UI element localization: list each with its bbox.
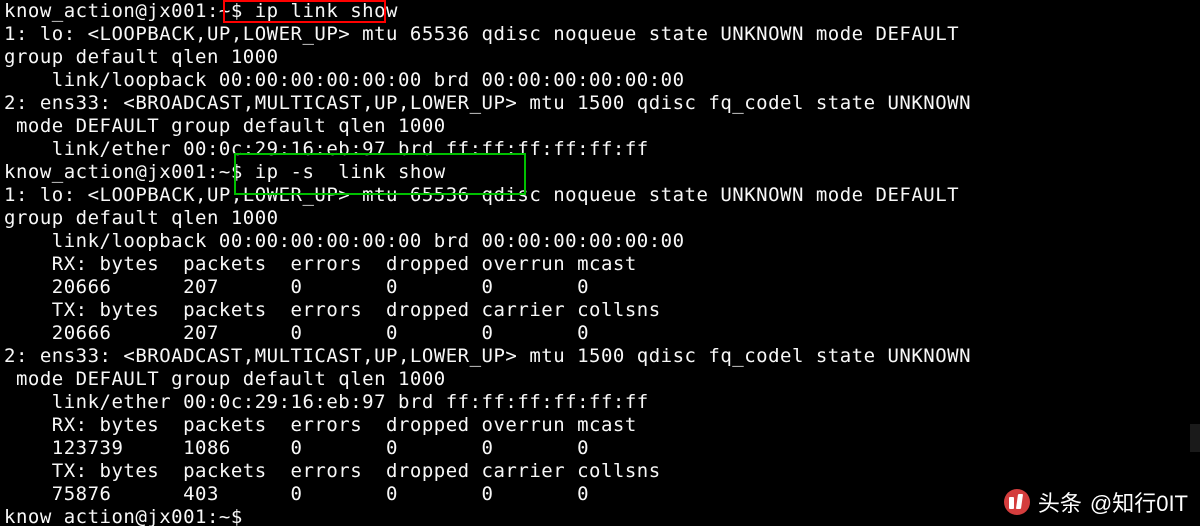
- terminal-line: link/loopback 00:00:00:00:00:00 brd 00:0…: [4, 69, 1196, 92]
- terminal-line: mode DEFAULT group default qlen 1000: [4, 115, 1196, 138]
- toutiao-logo-icon: [1004, 489, 1030, 515]
- terminal-line: group default qlen 1000: [4, 46, 1196, 69]
- terminal-line: know_action@jx001:~$ ip -s link show: [4, 161, 1196, 184]
- terminal-line: RX: bytes packets errors dropped overrun…: [4, 253, 1196, 276]
- terminal-line: TX: bytes packets errors dropped carrier…: [4, 299, 1196, 322]
- terminal-line: 1: lo: <LOOPBACK,UP,LOWER_UP> mtu 65536 …: [4, 23, 1196, 46]
- terminal-line: link/loopback 00:00:00:00:00:00 brd 00:0…: [4, 230, 1196, 253]
- terminal-line: TX: bytes packets errors dropped carrier…: [4, 460, 1196, 483]
- terminal-line: group default qlen 1000: [4, 207, 1196, 230]
- watermark-prefix: 头条: [1038, 486, 1082, 518]
- watermark: 头条 @知行0IT: [1004, 486, 1188, 518]
- terminal-output[interactable]: know_action@jx001:~$ ip link show1: lo: …: [0, 0, 1200, 526]
- terminal-line: 1: lo: <LOOPBACK,UP,LOWER_UP> mtu 65536 …: [4, 184, 1196, 207]
- terminal-line: mode DEFAULT group default qlen 1000: [4, 368, 1196, 391]
- terminal-line: RX: bytes packets errors dropped overrun…: [4, 414, 1196, 437]
- scrollbar-stub[interactable]: [1190, 424, 1200, 452]
- terminal-line: 20666 207 0 0 0 0: [4, 276, 1196, 299]
- terminal-line: 2: ens33: <BROADCAST,MULTICAST,UP,LOWER_…: [4, 345, 1196, 368]
- terminal-line: link/ether 00:0c:29:16:eb:97 brd ff:ff:f…: [4, 138, 1196, 161]
- watermark-handle: @知行0IT: [1090, 486, 1188, 518]
- terminal-line: know_action@jx001:~$ ip link show: [4, 0, 1196, 23]
- terminal-line: 123739 1086 0 0 0 0: [4, 437, 1196, 460]
- terminal-line: 20666 207 0 0 0 0: [4, 322, 1196, 345]
- terminal-line: 2: ens33: <BROADCAST,MULTICAST,UP,LOWER_…: [4, 92, 1196, 115]
- terminal-line: link/ether 00:0c:29:16:eb:97 brd ff:ff:f…: [4, 391, 1196, 414]
